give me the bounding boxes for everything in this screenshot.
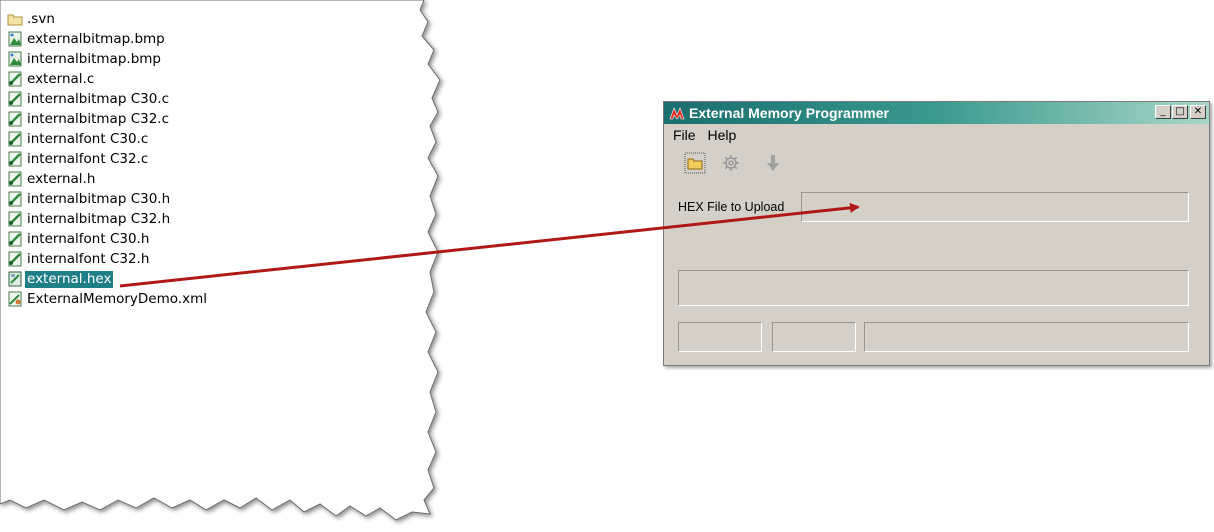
annotation-arrow-line (119, 202, 860, 288)
annotation-arrow (119, 202, 860, 288)
